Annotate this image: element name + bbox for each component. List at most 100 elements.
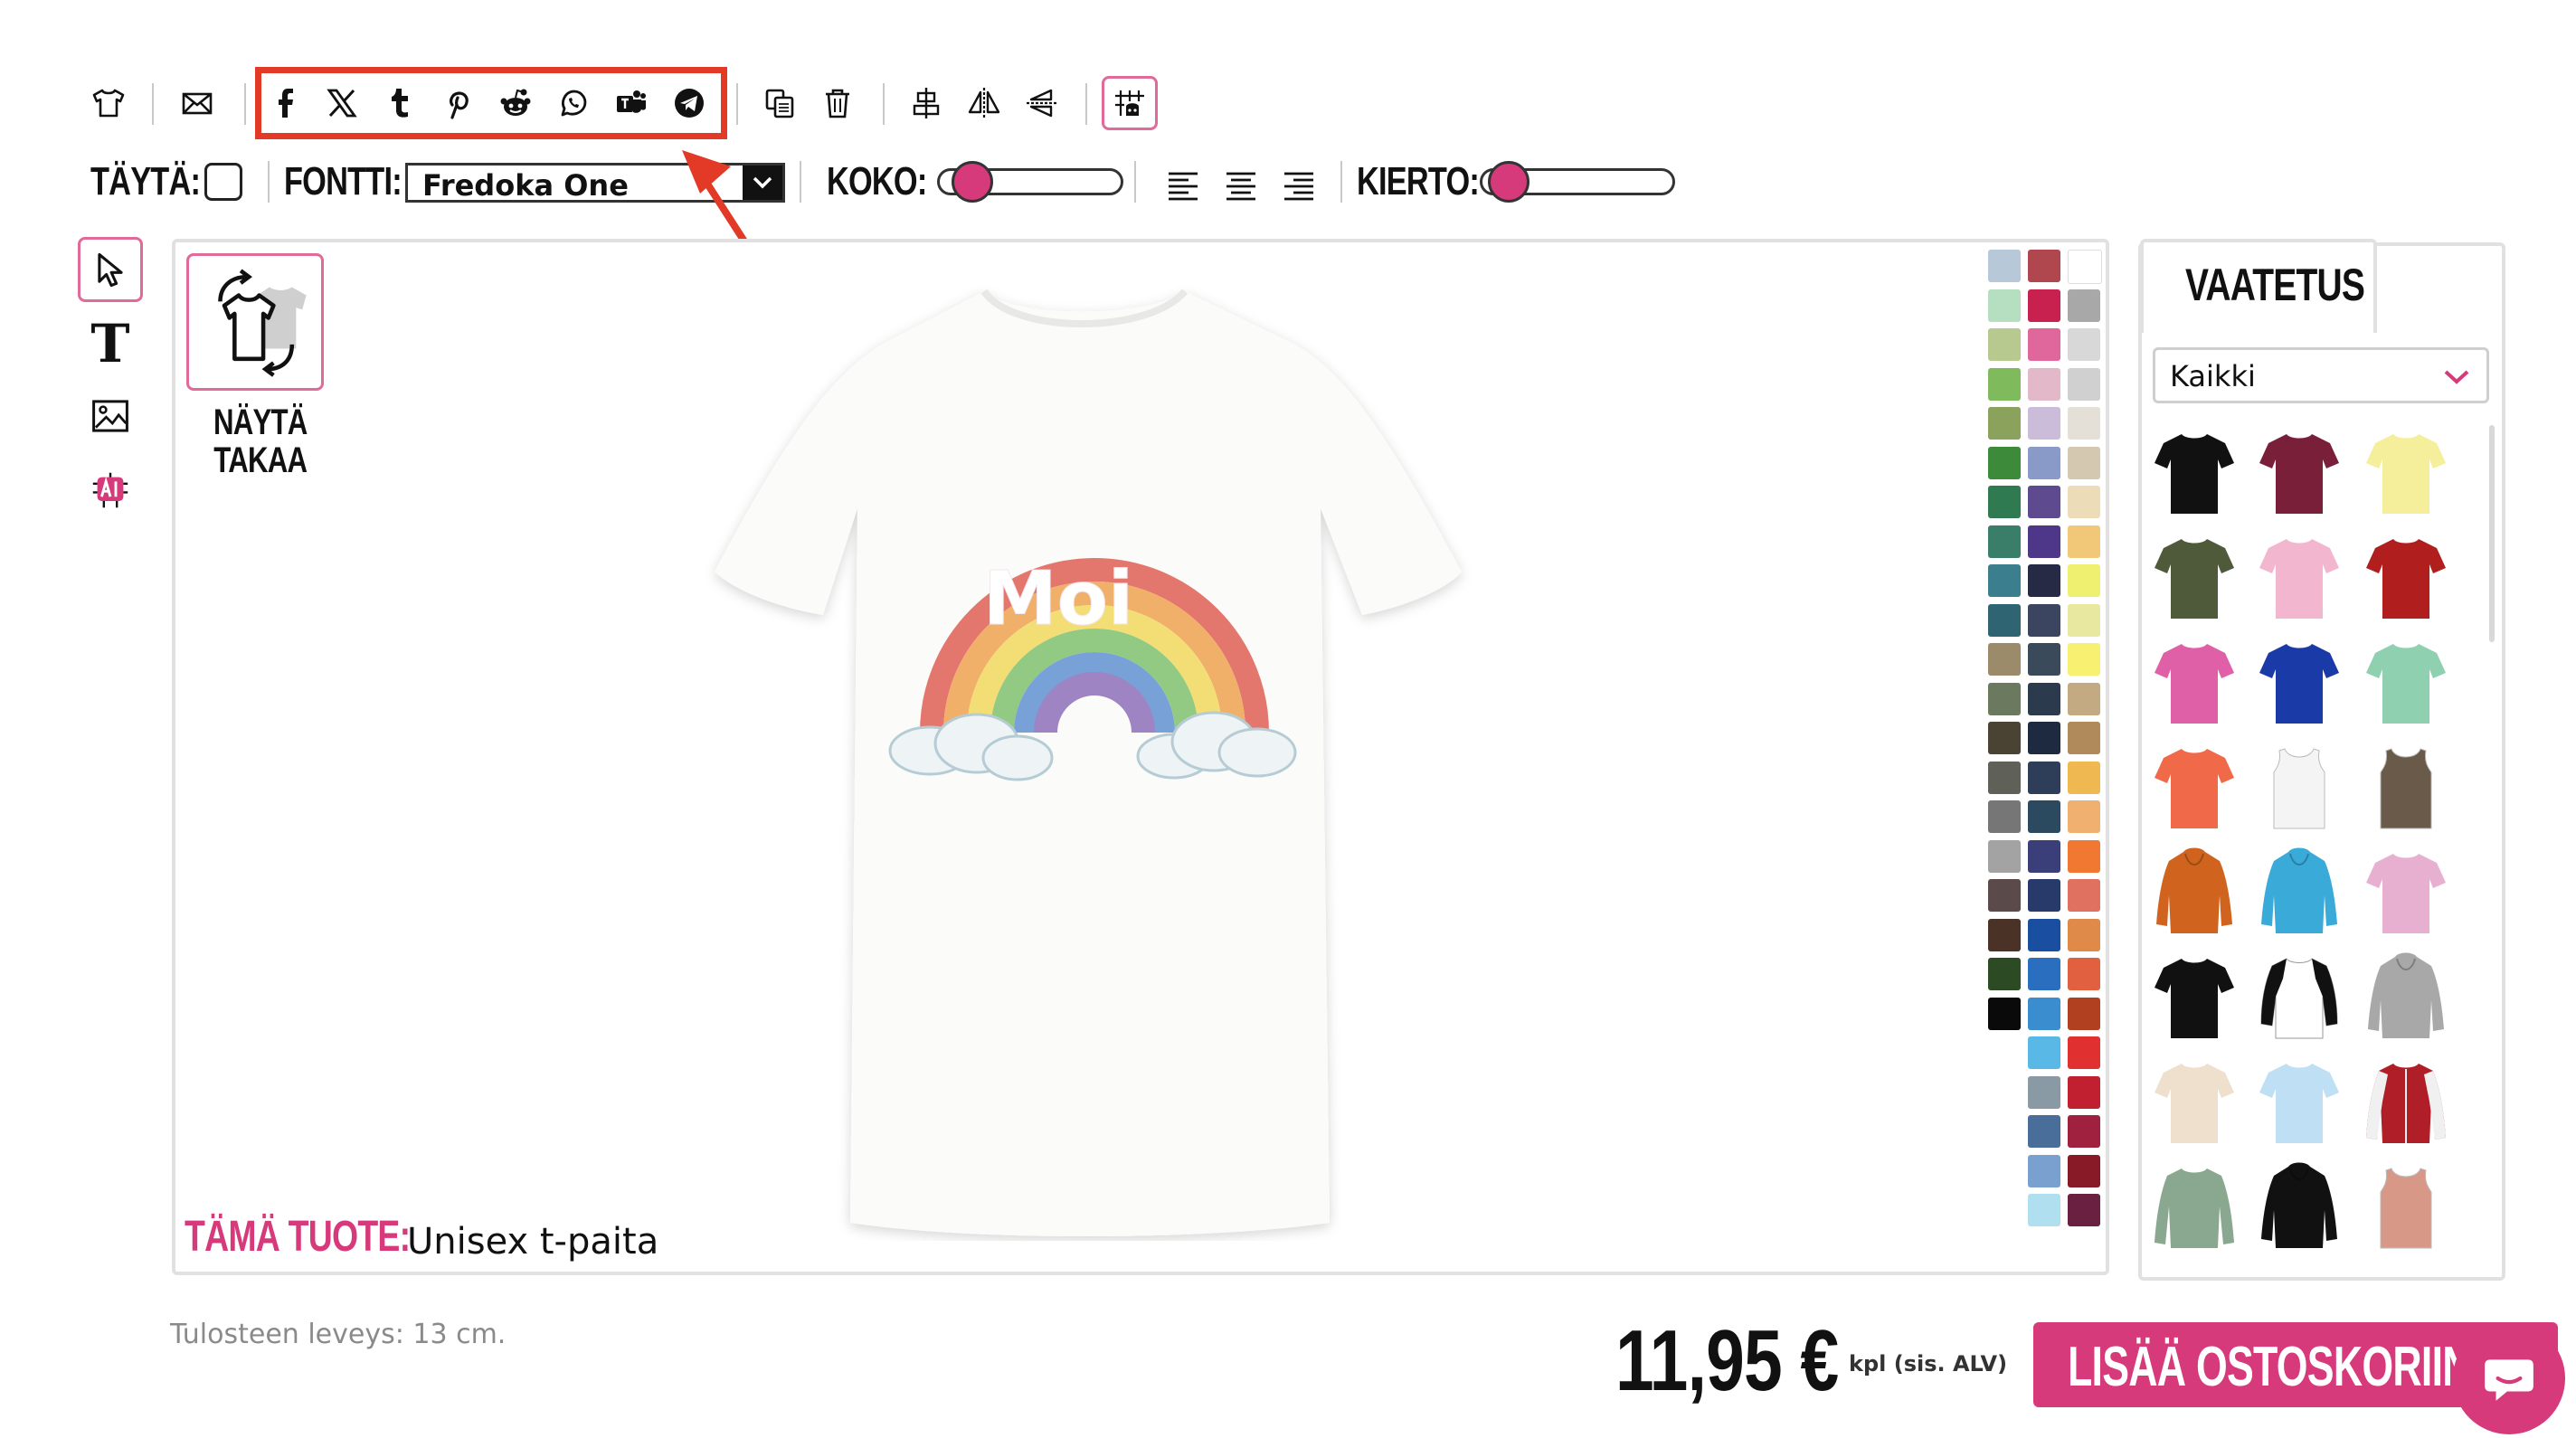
color-swatch[interactable]	[2068, 1075, 2100, 1109]
color-swatch[interactable]	[1988, 997, 2021, 1030]
color-swatch[interactable]	[2028, 722, 2060, 754]
rainbow-design[interactable]: Moi	[886, 534, 1302, 796]
product-thumbnail[interactable]	[2256, 740, 2343, 834]
color-swatch[interactable]	[2068, 564, 2100, 597]
grid-snap-icon[interactable]	[1102, 76, 1158, 130]
color-swatch[interactable]	[2068, 643, 2100, 676]
product-thumbnail[interactable]	[2151, 1055, 2238, 1149]
color-swatch[interactable]	[1988, 564, 2021, 597]
color-swatch[interactable]	[2068, 1194, 2100, 1226]
color-swatch[interactable]	[1988, 250, 2021, 282]
align-center-icon[interactable]	[1223, 166, 1259, 203]
product-thumbnail[interactable]	[2256, 425, 2343, 519]
color-swatch[interactable]	[2068, 682, 2100, 715]
category-select[interactable]: Kaikki	[2153, 347, 2489, 403]
color-swatch[interactable]	[1988, 958, 2021, 990]
color-swatch[interactable]	[1988, 289, 2021, 322]
color-swatch[interactable]	[2068, 879, 2100, 912]
color-swatch[interactable]	[2068, 918, 2100, 951]
color-swatch[interactable]	[2028, 603, 2060, 637]
whatsapp-icon[interactable]	[552, 81, 595, 125]
product-thumbnail[interactable]	[2151, 950, 2238, 1044]
product-thumbnail[interactable]	[2256, 1055, 2343, 1149]
color-swatch[interactable]	[2068, 997, 2100, 1030]
color-swatch[interactable]	[1988, 486, 2021, 518]
product-thumbnail[interactable]	[2256, 950, 2343, 1044]
product-thumbnail[interactable]	[2151, 635, 2238, 729]
color-swatch[interactable]	[2028, 1036, 2060, 1069]
color-swatch[interactable]	[1988, 879, 2021, 912]
pinterest-icon[interactable]	[436, 81, 479, 125]
color-swatch[interactable]	[2028, 367, 2060, 401]
facebook-icon[interactable]	[264, 81, 308, 125]
product-thumbnail[interactable]	[2256, 530, 2343, 624]
color-swatch[interactable]	[1988, 603, 2021, 637]
email-icon[interactable]	[175, 81, 219, 125]
color-swatch[interactable]	[2068, 1115, 2100, 1148]
color-swatch[interactable]	[2028, 328, 2060, 361]
color-swatch[interactable]	[1988, 682, 2021, 715]
color-swatch[interactable]	[1988, 722, 2021, 754]
color-swatch[interactable]	[2028, 761, 2060, 794]
color-swatch[interactable]	[2028, 682, 2060, 715]
product-thumbnail[interactable]	[2151, 740, 2238, 834]
color-swatch[interactable]	[2068, 722, 2100, 754]
color-swatch[interactable]	[1988, 446, 2021, 479]
size-slider-knob[interactable]	[952, 161, 993, 203]
product-thumbnail[interactable]	[2256, 635, 2343, 729]
color-swatch[interactable]	[2028, 564, 2060, 597]
color-swatch[interactable]	[1988, 643, 2021, 676]
fill-checkbox[interactable]	[204, 163, 242, 201]
tshirt-product-icon[interactable]	[87, 81, 130, 125]
product-thumbnail[interactable]	[2151, 425, 2238, 519]
teams-icon[interactable]	[610, 81, 653, 125]
product-thumbnail[interactable]	[2363, 1159, 2449, 1254]
product-thumbnail[interactable]	[2363, 740, 2449, 834]
color-swatch[interactable]	[2028, 1154, 2060, 1187]
chat-button[interactable]	[2453, 1322, 2565, 1434]
color-swatch[interactable]	[2068, 603, 2100, 637]
product-thumbnail[interactable]	[2256, 1159, 2343, 1254]
color-swatch[interactable]	[2068, 407, 2100, 440]
align-right-icon[interactable]	[1281, 166, 1317, 203]
color-swatch[interactable]	[2068, 761, 2100, 794]
show-back-button[interactable]	[186, 253, 324, 391]
color-swatch[interactable]	[2068, 1154, 2100, 1187]
color-swatch[interactable]	[2068, 958, 2100, 990]
rotate-slider-knob[interactable]	[1487, 161, 1530, 203]
clothing-tab[interactable]: VAATETUS	[2140, 239, 2377, 333]
color-swatch[interactable]	[2028, 958, 2060, 990]
trash-icon[interactable]	[816, 81, 859, 125]
color-swatch[interactable]	[2028, 486, 2060, 518]
product-thumbnail[interactable]	[2363, 950, 2449, 1044]
product-thumbnail[interactable]	[2363, 530, 2449, 624]
color-swatch[interactable]	[2068, 525, 2100, 558]
color-swatch[interactable]	[2028, 800, 2060, 833]
color-swatch[interactable]	[2068, 250, 2102, 284]
text-tool-icon[interactable]: T	[78, 311, 143, 376]
color-swatch[interactable]	[2068, 367, 2100, 401]
color-swatch[interactable]	[1988, 407, 2021, 440]
color-swatch[interactable]	[1988, 918, 2021, 951]
color-swatch[interactable]	[1988, 761, 2021, 794]
align-left-icon[interactable]	[1165, 166, 1201, 203]
image-tool-icon[interactable]	[78, 383, 143, 449]
color-swatch[interactable]	[2028, 643, 2060, 676]
select-tool[interactable]	[78, 237, 143, 302]
color-swatch[interactable]	[2068, 800, 2100, 833]
color-swatch[interactable]	[2068, 328, 2100, 361]
reddit-icon[interactable]	[494, 81, 537, 125]
color-swatch[interactable]	[1988, 328, 2021, 361]
product-thumbnail[interactable]	[2151, 1159, 2238, 1254]
x-icon[interactable]	[320, 81, 364, 125]
color-swatch[interactable]	[2028, 879, 2060, 912]
color-swatch[interactable]	[2028, 289, 2060, 322]
color-swatch[interactable]	[2028, 1194, 2060, 1226]
color-swatch[interactable]	[2068, 839, 2100, 873]
product-thumbnail[interactable]	[2256, 845, 2343, 939]
product-thumbnail[interactable]	[2363, 635, 2449, 729]
color-swatch[interactable]	[2068, 289, 2100, 322]
panel-scrollbar[interactable]	[2489, 425, 2495, 642]
color-swatch[interactable]	[2068, 446, 2100, 479]
color-swatch[interactable]	[2028, 446, 2060, 479]
